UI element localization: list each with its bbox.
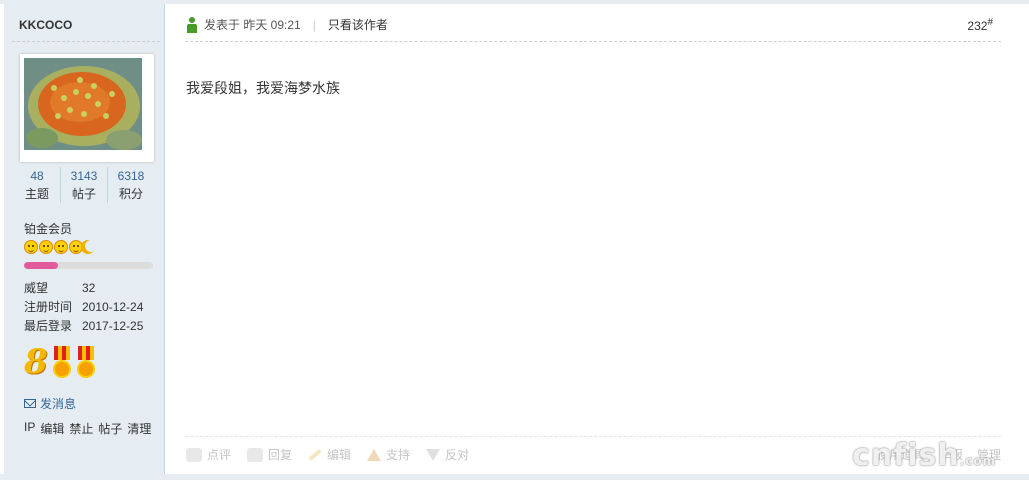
stat-label: 主题 (24, 187, 49, 201)
admin-clean-link[interactable]: 清理 (127, 420, 151, 437)
comment-icon (186, 447, 202, 462)
send-message-link[interactable]: 发消息 (24, 395, 76, 412)
stat-value: 6318 (117, 169, 145, 183)
arrow-up-icon (367, 448, 382, 461)
admin-ban-link[interactable]: 禁止 (69, 420, 93, 437)
stat-label: 积分 (118, 187, 143, 201)
author-name[interactable]: KKCOCO (19, 18, 72, 32)
coin-icon (76, 360, 95, 378)
pencil-icon (308, 448, 322, 461)
level-progress-bar (24, 262, 153, 269)
stat-threads[interactable]: 48 主题 (14, 167, 61, 203)
comment-button[interactable]: 点评 (186, 446, 231, 463)
post-header: 发表于 昨天 09:21 | 只看该作者 (186, 16, 388, 33)
floor-number[interactable]: 232# (967, 17, 993, 33)
oppose-label: 反对 (445, 448, 470, 462)
user-info: 威望 32 注册时间 2010-12-24 最后登录 2017-12-25 (24, 279, 143, 336)
site-watermark: cnfish.com (852, 438, 996, 473)
info-value: 2010-12-24 (82, 300, 144, 314)
divider: | (312, 17, 316, 32)
divider (185, 41, 1001, 42)
arrow-down-icon (426, 448, 441, 461)
admin-ip-link[interactable]: IP (24, 420, 35, 437)
post-actions: 点评 回复 编辑 支持 反对 (186, 446, 469, 463)
divider (185, 436, 1001, 437)
moon-icon (84, 240, 98, 254)
info-value: 2017-12-25 (82, 319, 144, 333)
mail-icon (24, 399, 36, 408)
admin-edit-link[interactable]: 编辑 (40, 420, 64, 437)
anniversary-medal-icon[interactable]: 8 (24, 344, 48, 380)
info-row: 注册时间 2010-12-24 (24, 298, 143, 317)
support-label: 支持 (386, 448, 411, 462)
info-value: 32 (82, 281, 96, 295)
info-key: 威望 (24, 281, 49, 295)
floor-value: 232 (967, 19, 988, 33)
admin-links: IP 编辑 禁止 帖子 清理 (24, 420, 151, 437)
info-row: 威望 32 (24, 279, 143, 298)
only-author-link[interactable]: 只看该作者 (328, 16, 388, 33)
stat-label: 帖子 (71, 187, 96, 201)
watermark-sub: .com (959, 454, 997, 468)
user-stats: 48 主题 3143 帖子 6318 积分 (14, 167, 154, 203)
divider (12, 41, 160, 42)
comment-label: 点评 (207, 448, 232, 462)
smile-icon (24, 240, 38, 254)
rank-stars (24, 240, 98, 254)
support-button[interactable]: 支持 (367, 446, 410, 463)
stat-points[interactable]: 6318 积分 (108, 167, 154, 203)
reply-label: 回复 (268, 448, 293, 462)
user-group[interactable]: 铂金会员 (24, 220, 72, 237)
avatar-image (24, 58, 142, 150)
send-message-label: 发消息 (40, 397, 77, 411)
floor-mark: # (987, 17, 993, 28)
online-user-icon (186, 16, 198, 33)
edit-button[interactable]: 编辑 (308, 446, 351, 463)
ribbon-icon (53, 346, 70, 360)
smile-icon (69, 240, 83, 254)
medals: 8 (24, 344, 96, 380)
oppose-button[interactable]: 反对 (426, 446, 469, 463)
ribbon-icon (77, 346, 94, 360)
watermark-main: cnfish (852, 438, 960, 473)
admin-posts-link[interactable]: 帖子 (98, 420, 122, 437)
reply-button[interactable]: 回复 (247, 446, 292, 463)
bottom-border (0, 474, 1029, 480)
edit-label: 编辑 (327, 448, 352, 462)
post-content: 我爱段姐，我爱海梦水族 (186, 80, 340, 96)
stat-value: 48 (30, 169, 44, 183)
info-key: 注册时间 (24, 300, 73, 314)
reply-icon (247, 447, 264, 462)
info-key: 最后登录 (24, 319, 73, 333)
avatar[interactable] (20, 54, 154, 162)
author-sidebar: KKCOCO 48 主题 3143 帖子 6318 积分 铂金会员 威望 32 … (4, 4, 165, 474)
stat-posts[interactable]: 3143 帖子 (61, 167, 108, 203)
smile-icon (39, 240, 53, 254)
stat-value: 3143 (70, 169, 98, 183)
progress-fill (24, 262, 58, 269)
post-time: 发表于 昨天 09:21 (204, 18, 301, 32)
info-row: 最后登录 2017-12-25 (24, 317, 143, 336)
smile-icon (54, 240, 68, 254)
coin-icon (52, 360, 71, 378)
medal-icon[interactable] (76, 346, 96, 380)
medal-icon[interactable] (52, 346, 72, 380)
